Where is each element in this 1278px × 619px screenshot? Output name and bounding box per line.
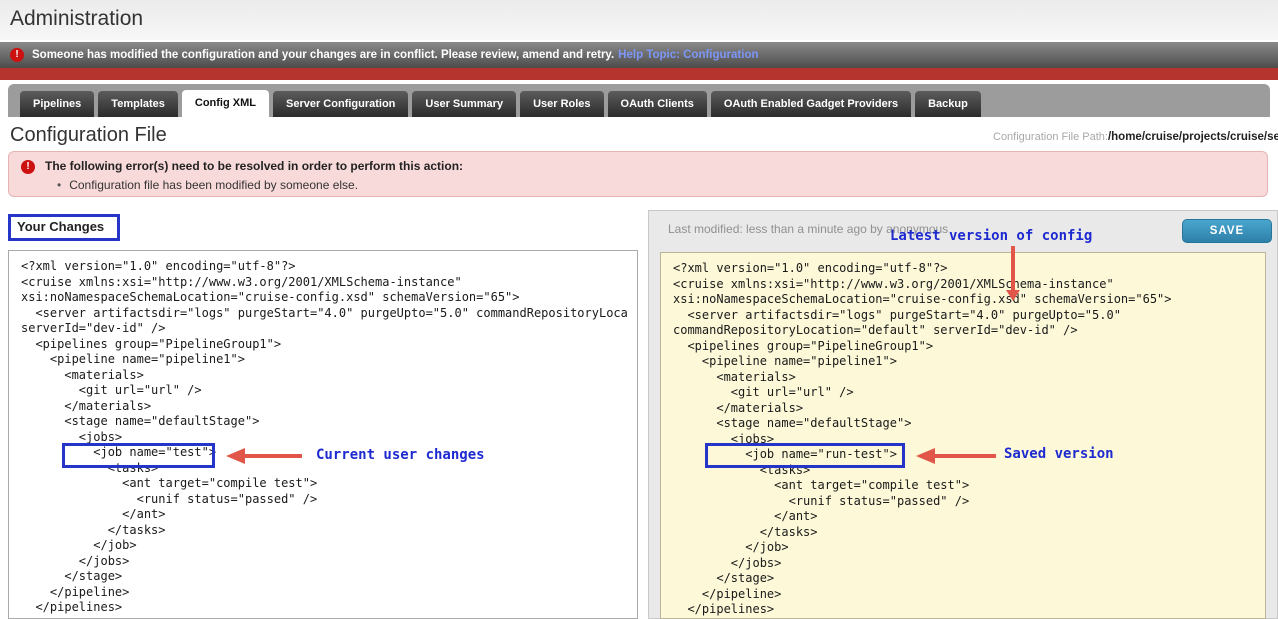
latest-config-xml-view[interactable]: <?xml version="1.0" encoding="utf-8"?> <… [660, 252, 1266, 619]
annotation-saved-version: Saved version [1004, 446, 1114, 462]
file-path-label: Configuration File Path: [993, 131, 1108, 143]
save-button[interactable]: SAVE [1182, 219, 1272, 243]
tab-oauth-gadget-providers[interactable]: OAuth Enabled Gadget Providers [711, 91, 911, 117]
conflict-message-bar: ! Someone has modified the configuration… [0, 42, 1278, 68]
red-arrow-left-icon [226, 448, 245, 464]
bullet-icon: • [57, 178, 61, 192]
app-header: Administration [0, 0, 1278, 40]
red-arrow-down-icon [1011, 246, 1015, 290]
tab-config-xml[interactable]: Config XML [182, 90, 269, 117]
tab-oauth-clients[interactable]: OAuth Clients [608, 91, 707, 117]
your-changes-xml-editor[interactable]: <?xml version="1.0" encoding="utf-8"?> <… [8, 250, 638, 619]
configuration-file-path: Configuration File Path:/home/cruise/pro… [993, 131, 1278, 143]
annotation-box-job-test [62, 443, 215, 468]
red-arrow-left-shaft-icon [934, 454, 996, 458]
red-arrow-left-shaft-icon [244, 454, 302, 458]
red-arrow-left-icon [916, 448, 935, 464]
section-title: Configuration File [10, 124, 167, 147]
admin-tab-strip: Pipelines Templates Config XML Server Co… [8, 84, 1270, 117]
conflict-message-text: Someone has modified the configuration a… [32, 49, 614, 61]
tab-list: Pipelines Templates Config XML Server Co… [20, 90, 981, 117]
tab-pipelines[interactable]: Pipelines [20, 91, 94, 117]
annotation-box-job-run-test [705, 443, 905, 468]
administration-page: Administration ! Someone has modified th… [0, 0, 1278, 619]
tab-server-configuration[interactable]: Server Configuration [273, 91, 408, 117]
tab-backup[interactable]: Backup [915, 91, 981, 117]
your-changes-label: Your Changes [17, 219, 104, 234]
annotation-current-user-changes: Current user changes [316, 447, 485, 463]
error-box: ! The following error(s) need to be reso… [8, 151, 1268, 197]
error-box-item: • Configuration file has been modified by… [57, 178, 358, 192]
page-title: Administration [10, 7, 143, 31]
exclamation-icon: ! [10, 48, 24, 62]
error-box-title: The following error(s) need to be resolv… [45, 159, 463, 173]
exclamation-icon: ! [21, 160, 35, 174]
red-arrow-down-head-icon [1006, 290, 1020, 301]
tab-user-summary[interactable]: User Summary [412, 91, 516, 117]
error-flash-strip [0, 68, 1278, 80]
help-topic-link[interactable]: Help Topic: Configuration [618, 49, 758, 61]
annotation-latest-version: Latest version of config [890, 228, 1092, 244]
file-path-value: /home/cruise/projects/cruise/serve [1108, 131, 1278, 143]
tab-user-roles[interactable]: User Roles [520, 91, 603, 117]
annotation-box-your-changes: Your Changes [8, 214, 120, 241]
error-item-text: Configuration file has been modified by … [69, 178, 358, 192]
tab-templates[interactable]: Templates [98, 91, 178, 117]
